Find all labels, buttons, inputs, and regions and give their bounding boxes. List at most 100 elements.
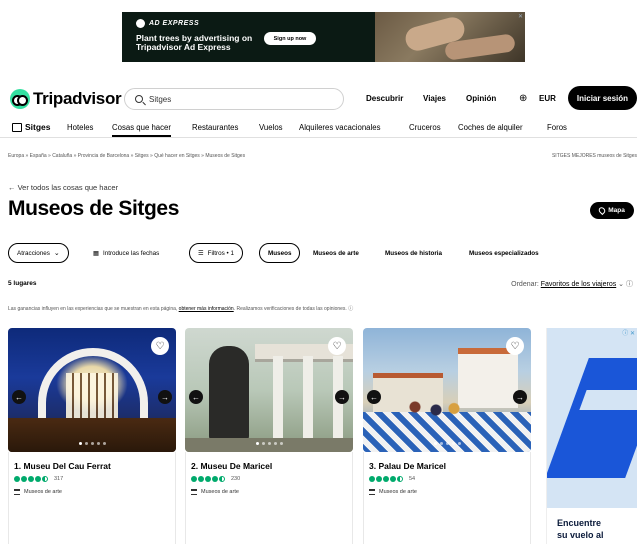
sort-dropdown[interactable]: Ordenar: Favoritos de los viajeros ⌄ ⓘ — [511, 279, 633, 289]
ad-info-icon[interactable]: ⓘ ✕ — [622, 328, 635, 337]
building-icon — [12, 122, 22, 132]
review-count[interactable]: 317 — [54, 476, 63, 482]
chip-museos-especializados[interactable]: Museos especializados — [462, 243, 546, 263]
globe-icon[interactable]: ⊕ — [519, 93, 530, 104]
heart-icon[interactable]: ♡ — [328, 337, 346, 355]
ad-banner[interactable]: AD EXPRESS Plant trees by advertising on… — [122, 12, 525, 62]
review-count[interactable]: 54 — [409, 476, 415, 482]
chip-label: Museos especializados — [469, 249, 539, 257]
attraction-category: Museos de arte — [369, 489, 417, 495]
museum-icon — [14, 489, 20, 495]
side-ad[interactable]: ⓘ ✕ Encuentre su vuelo al — [546, 328, 637, 544]
chip-museos-arte[interactable]: Museos de arte — [306, 243, 366, 263]
attraction-photo[interactable]: ♡ ← → — [185, 328, 353, 452]
next-arrow-icon[interactable]: → — [513, 390, 527, 404]
nav-vuelos[interactable]: Vuelos — [259, 123, 283, 132]
nav-opinion[interactable]: Opinión — [466, 94, 496, 103]
nav-descubrir[interactable]: Descubrir — [366, 94, 403, 103]
attraction-card[interactable]: ♡ ← → 3. Palau De Maricel 54 Museos de a… — [363, 328, 531, 544]
side-ad-line1: Encuentre — [557, 518, 602, 528]
nav-viajes[interactable]: Viajes — [423, 94, 446, 103]
ad-close-icon[interactable]: ✕ — [518, 13, 523, 20]
disclaimer-link[interactable]: obtener más información — [179, 306, 234, 312]
chip-dates[interactable]: ▦ Introduce las fechas — [86, 243, 166, 263]
attraction-title[interactable]: 3. Palau De Maricel — [369, 461, 446, 471]
nav-restaurantes[interactable]: Restaurantes — [192, 123, 238, 132]
category-label: Museos de arte — [379, 489, 417, 495]
signin-button[interactable]: Iniciar sesión — [568, 86, 637, 110]
ad-express-logo-icon — [136, 19, 145, 28]
nav-cosas-que-hacer[interactable]: Cosas que hacer — [112, 123, 171, 137]
back-link[interactable]: ← Ver todos las cosas que hacer — [8, 183, 118, 192]
attraction-title[interactable]: 2. Museu De Maricel — [191, 461, 272, 471]
attraction-photo[interactable]: ♡ ← → — [8, 328, 176, 452]
disclaimer-rest: . Realizamos verificaciones de todas las… — [233, 306, 347, 312]
chip-label: Introduce las fechas — [102, 249, 160, 257]
museum-icon — [191, 489, 197, 495]
disclaimer: Las ganancias influyen en las experienci… — [8, 305, 353, 312]
ad-brand: AD EXPRESS — [136, 19, 199, 28]
attraction-card[interactable]: ♡ ← → 2. Museu De Maricel 230 Museos de … — [185, 328, 353, 544]
prev-arrow-icon[interactable]: ← — [12, 390, 26, 404]
prev-arrow-icon[interactable]: ← — [367, 390, 381, 404]
carousel-dots — [185, 442, 353, 445]
chip-atracciones[interactable]: Atracciones ⌄ — [8, 243, 69, 263]
nav-foros[interactable]: Foros — [547, 123, 567, 132]
chip-museos-historia[interactable]: Museos de historia — [378, 243, 449, 263]
museum-icon — [369, 489, 375, 495]
heart-icon[interactable]: ♡ — [151, 337, 169, 355]
chip-label: Museos de arte — [313, 249, 359, 257]
heart-icon[interactable]: ♡ — [506, 337, 524, 355]
carousel-dots — [8, 442, 176, 445]
attraction-title[interactable]: 1. Museu Del Cau Ferrat — [14, 461, 111, 471]
chip-museos[interactable]: Museos — [259, 243, 301, 263]
nav-hoteles[interactable]: Hoteles — [67, 123, 93, 132]
nav-cruceros[interactable]: Cruceros — [409, 123, 441, 132]
next-arrow-icon[interactable]: → — [158, 390, 172, 404]
attraction-photo[interactable]: ♡ ← → — [363, 328, 531, 452]
currency-selector[interactable]: EUR — [539, 94, 556, 103]
search-input[interactable] — [149, 94, 329, 104]
category-label: Museos de arte — [24, 489, 62, 495]
sort-value[interactable]: Favoritos de los viajeros — [541, 281, 616, 288]
chip-label: Museos de historia — [385, 249, 443, 257]
search-bar[interactable] — [124, 88, 344, 110]
nav-home-sitges[interactable]: Sitges — [12, 122, 51, 132]
rating-bubbles: 54 — [369, 476, 415, 482]
attraction-card[interactable]: ♡ ← → 1. Museu Del Cau Ferrat 317 Museos… — [8, 328, 176, 544]
ad-brand-text: AD EXPRESS — [149, 20, 200, 27]
owl-logo-icon — [10, 89, 30, 109]
page-title: Museos de Sitges — [8, 197, 179, 220]
ad-signup-button[interactable]: Sign up now — [264, 32, 316, 45]
disclaimer-text: Las ganancias influyen en las experienci… — [8, 306, 178, 312]
search-icon — [135, 95, 143, 103]
info-icon[interactable]: ⓘ — [626, 281, 633, 288]
chip-label: Atracciones — [17, 249, 50, 257]
next-arrow-icon[interactable]: → — [335, 390, 349, 404]
review-count[interactable]: 230 — [231, 476, 240, 482]
category-label: Museos de arte — [201, 489, 239, 495]
prev-arrow-icon[interactable]: ← — [189, 390, 203, 404]
nav-coches[interactable]: Coches de alquiler — [458, 123, 523, 132]
ad-image — [375, 12, 525, 62]
chip-filters[interactable]: ☰ Filtros • 1 — [189, 243, 244, 263]
breadcrumb[interactable]: Europa » España » Cataluña » Provincia d… — [8, 153, 245, 159]
home-label: Sitges — [25, 122, 51, 132]
chevron-down-icon: ⌄ — [618, 281, 625, 288]
tripadvisor-logo[interactable]: Tripadvisor — [10, 89, 122, 109]
map-button[interactable]: Mapa — [590, 202, 634, 219]
calendar-icon: ▦ — [93, 249, 99, 257]
category-nav: Sitges Hoteles Cosas que hacer Restauran… — [0, 120, 637, 138]
sort-prefix: Ordenar: — [511, 281, 539, 288]
rating-bubbles: 317 — [14, 476, 63, 482]
nav-alquileres[interactable]: Alquileres vacacionales — [299, 123, 380, 132]
rating-bubbles: 230 — [191, 476, 240, 482]
carousel-dots — [363, 442, 531, 445]
attraction-category: Museos de arte — [14, 489, 62, 495]
info-icon[interactable]: ⓘ — [348, 306, 353, 312]
chip-label: Filtros • 1 — [207, 249, 235, 257]
site-header: Tripadvisor Descubrir Viajes Opinión ⊕ E… — [0, 86, 637, 112]
map-button-label: Mapa — [608, 207, 625, 214]
chevron-down-icon: ⌄ — [53, 250, 60, 257]
chip-label: Museos — [268, 249, 292, 257]
